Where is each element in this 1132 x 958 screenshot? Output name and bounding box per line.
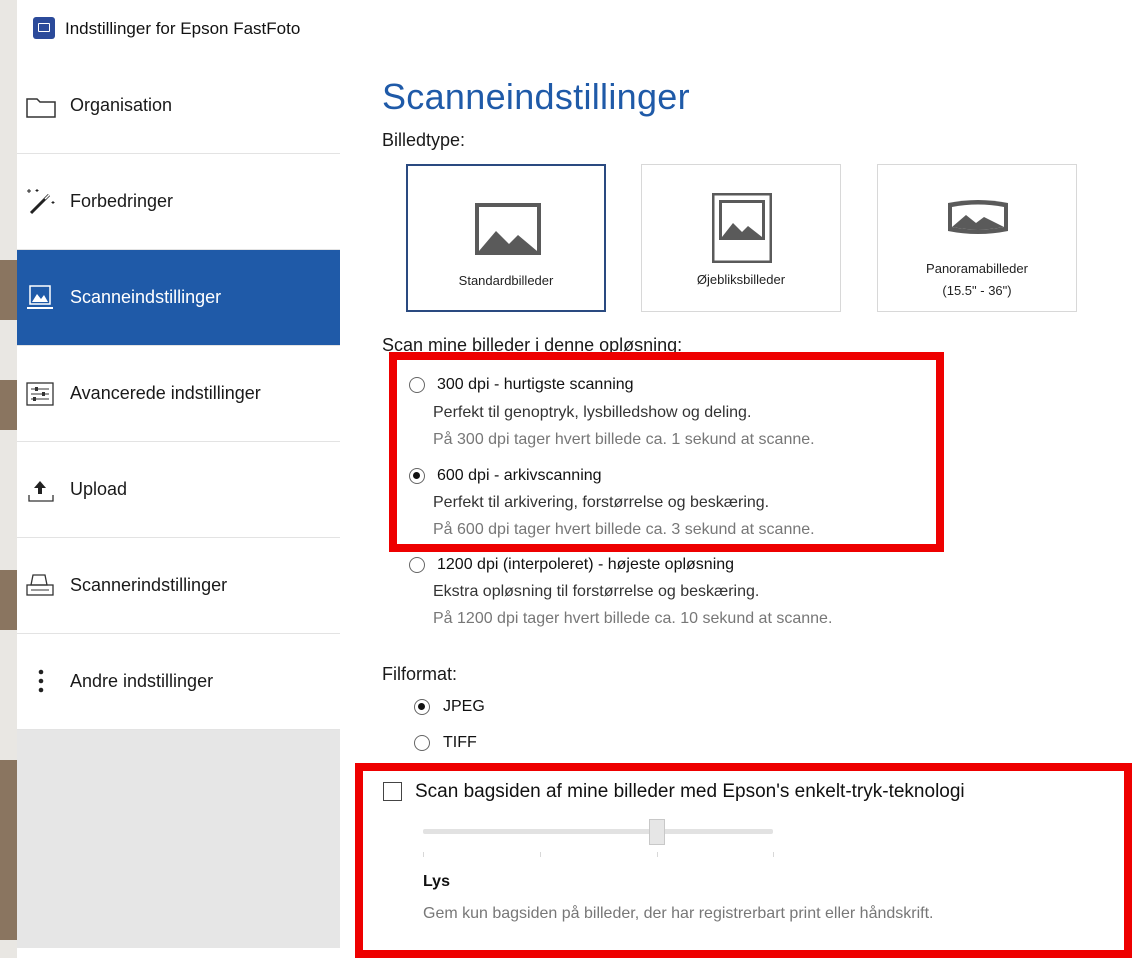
format-jpeg-radio[interactable] xyxy=(414,699,430,715)
resolution-label: Scan mine billeder i denne opløsning: xyxy=(382,335,683,355)
sidebar-item-forbedringer[interactable]: Forbedringer xyxy=(17,154,340,250)
background-image-fragment xyxy=(0,380,17,430)
resolution-300-radio[interactable] xyxy=(409,377,425,393)
folder-icon xyxy=(26,98,56,118)
sidebar-item-avancerede-indstillinger[interactable]: Avancerede indstillinger xyxy=(17,346,340,442)
resolution-1200-radio[interactable] xyxy=(409,557,425,573)
slider-value-label: Lys xyxy=(423,873,450,890)
backside-slider-thumb[interactable] xyxy=(649,819,665,845)
sidebar: Organisation Forbedringer Scanneindstill… xyxy=(17,58,340,948)
backside-slider-track[interactable] xyxy=(423,829,773,834)
tile-label: Øjebliksbilleder xyxy=(696,272,786,287)
file-format-label: Filformat: xyxy=(382,664,458,684)
sidebar-item-andre-indstillinger[interactable]: Andre indstillinger xyxy=(17,634,340,730)
image-type-instant-tile[interactable]: Øjebliksbilleder xyxy=(641,164,841,312)
background-image-fragment xyxy=(0,260,17,320)
sidebar-item-label: Scanneindstillinger xyxy=(70,287,222,307)
tile-label: Panoramabilleder xyxy=(926,261,1028,276)
upload-icon xyxy=(28,481,54,502)
image-type-standard-tile[interactable]: Standardbilleder xyxy=(406,164,606,312)
window-title: Indstillinger for Epson FastFoto xyxy=(65,19,301,38)
slider-tick xyxy=(540,852,541,857)
backside-description: Gem kun bagsiden på billeder, der har re… xyxy=(423,905,934,922)
resolution-600-radio[interactable] xyxy=(409,468,425,484)
resolution-300-title: 300 dpi - hurtigste scanning xyxy=(437,376,634,393)
format-tiff-radio[interactable] xyxy=(414,735,430,751)
image-type-label: Billedtype: xyxy=(382,130,466,150)
sidebar-item-label: Organisation xyxy=(70,95,173,115)
format-jpeg-label: JPEG xyxy=(443,698,485,715)
slider-tick xyxy=(657,852,658,857)
resolution-1200-desc: Ekstra opløsning til forstørrelse og bes… xyxy=(433,583,760,600)
magic-wand-icon xyxy=(27,189,55,215)
tile-label: Standardbilleder xyxy=(458,273,554,288)
scan-backside-label: Scan bagsiden af mine billeder med Epson… xyxy=(415,781,965,802)
sidebar-item-upload[interactable]: Upload xyxy=(17,442,340,538)
panorama-icon xyxy=(948,200,1008,234)
resolution-300-note: På 300 dpi tager hvert billede ca. 1 sek… xyxy=(433,431,815,448)
title-bar: Indstillinger for Epson FastFoto xyxy=(17,0,362,58)
resolution-600-desc: Perfekt til arkivering, forstørrelse og … xyxy=(433,494,770,511)
sidebar-item-label: Andre indstillinger xyxy=(70,671,214,691)
slider-tick xyxy=(773,852,774,857)
sliders-icon xyxy=(26,382,54,406)
image-type-panorama-tile[interactable]: Panoramabilleder (15.5" - 36") xyxy=(877,164,1077,312)
sidebar-item-scannerindstillinger[interactable]: Scannerindstillinger xyxy=(17,538,340,634)
scanner-icon xyxy=(26,574,54,596)
resolution-600-title: 600 dpi - arkivscanning xyxy=(437,467,602,484)
page-title: Scanneindstillinger xyxy=(382,76,690,117)
sidebar-item-label: Forbedringer xyxy=(70,191,174,211)
photo-icon xyxy=(475,203,541,255)
instant-photo-icon xyxy=(712,193,772,263)
more-vertical-icon xyxy=(38,669,44,693)
background-image-fragment xyxy=(0,570,17,630)
scan-photo-icon xyxy=(27,285,53,309)
sidebar-item-label: Avancerede indstillinger xyxy=(70,383,261,403)
main-panel: Scanneindstillinger Billedtype: Standard… xyxy=(362,0,1132,958)
sidebar-item-scanneindstillinger[interactable]: Scanneindstillinger xyxy=(17,250,340,346)
resolution-1200-title: 1200 dpi (interpoleret) - højeste opløsn… xyxy=(437,556,735,573)
slider-tick xyxy=(423,852,424,857)
resolution-600-note: På 600 dpi tager hvert billede ca. 3 sek… xyxy=(433,521,815,538)
background-image-fragment xyxy=(0,760,17,940)
app-icon xyxy=(33,17,55,39)
sidebar-item-label: Upload xyxy=(70,479,128,499)
sidebar-item-organisation[interactable]: Organisation xyxy=(17,58,340,154)
tile-sublabel: (15.5" - 36") xyxy=(942,283,1012,298)
resolution-1200-note: På 1200 dpi tager hvert billede ca. 10 s… xyxy=(433,610,833,627)
sidebar-item-label: Scannerindstillinger xyxy=(70,575,228,595)
background-window-edge xyxy=(0,0,17,958)
format-tiff-label: TIFF xyxy=(443,734,477,751)
scan-backside-checkbox[interactable] xyxy=(383,782,402,801)
resolution-300-desc: Perfekt til genoptryk, lysbilledshow og … xyxy=(433,404,752,421)
